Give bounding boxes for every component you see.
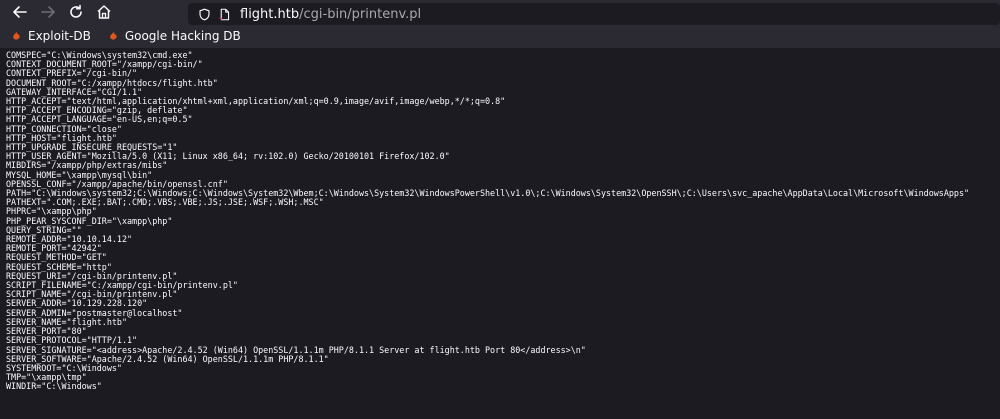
- forward-button[interactable]: [36, 2, 60, 26]
- env-line: SCRIPT_NAME="/cgi-bin/printenv.pl": [6, 289, 178, 300]
- bookmark-label: Google Hacking DB: [124, 29, 241, 43]
- env-line: MIBDIRS="/xampp/php/extras/mibs": [6, 160, 168, 171]
- env-line: SYSTEMROOT="C:\Windows": [6, 362, 122, 373]
- env-line: DOCUMENT_ROOT="C:/xampp/htdocs/flight.ht…: [6, 77, 218, 88]
- env-line: TMP="\xampp\tmp": [6, 372, 87, 383]
- exploit-db-icon: [13, 32, 20, 40]
- env-line: REQUEST_METHOD="GET": [6, 252, 107, 263]
- env-line: SERVER_SOFTWARE="Apache/2.4.52 (Win64) O…: [6, 353, 329, 364]
- env-line: HTTP_CONNECTION="close": [6, 123, 122, 134]
- page-content: COMSPEC="C:\Windows\system32\cmd.exe" CON…: [0, 48, 1000, 419]
- shield-icon[interactable]: [196, 6, 212, 22]
- env-line: SERVER_ADMIN="postmaster@localhost": [6, 307, 183, 318]
- url-path: /cgi-bin/printenv.pl: [299, 6, 422, 22]
- env-line: QUERY_STRING="": [6, 224, 82, 235]
- reload-button[interactable]: [64, 2, 88, 26]
- env-line: REMOTE_PORT="42942": [6, 243, 102, 254]
- env-line: PHP_PEAR_SYSCONF_DIR="\xampp\php": [6, 215, 173, 226]
- env-line: WINDIR="C:\Windows": [6, 381, 102, 392]
- env-line: SERVER_NAME="flight.htb": [6, 316, 128, 327]
- forward-arrow-icon: [40, 4, 56, 24]
- env-line: PATHEXT=".COM;.EXE;.BAT;.CMD;.VBS;.VBE;.…: [6, 197, 324, 208]
- env-line: HTTP_ACCEPT_LANGUAGE="en-US,en;q=0.5": [6, 114, 193, 125]
- url-text[interactable]: flight.htb/cgi-bin/printenv.pl: [240, 7, 421, 22]
- bookmark-google-hacking-db[interactable]: Google Hacking DB: [109, 29, 241, 43]
- bookmark-exploit-db[interactable]: Exploit-DB: [12, 29, 91, 43]
- reload-icon: [68, 4, 84, 24]
- home-button[interactable]: [92, 2, 116, 26]
- env-line: CONTEXT_DOCUMENT_ROOT="/xampp/cgi-bin/": [6, 59, 203, 70]
- env-line: REMOTE_ADDR="10.10.14.12": [6, 234, 133, 245]
- ghdb-icon: [109, 32, 117, 40]
- back-arrow-icon: [12, 4, 28, 24]
- environment-listing: COMSPEC="C:\Windows\system32\cmd.exe" CON…: [0, 48, 1000, 392]
- env-line: SERVER_PORT="80": [6, 326, 87, 337]
- back-button[interactable]: [8, 2, 32, 26]
- page-icon[interactable]: [216, 6, 232, 22]
- bookmark-label: Exploit-DB: [28, 29, 91, 43]
- address-bar[interactable]: flight.htb/cgi-bin/printenv.pl: [188, 3, 1000, 25]
- home-icon: [96, 4, 112, 24]
- url-host: flight.htb: [240, 6, 300, 22]
- navigation-toolbar: flight.htb/cgi-bin/printenv.pl: [0, 0, 1000, 28]
- bookmarks-toolbar: Exploit-DB Google Hacking DB: [0, 28, 1000, 48]
